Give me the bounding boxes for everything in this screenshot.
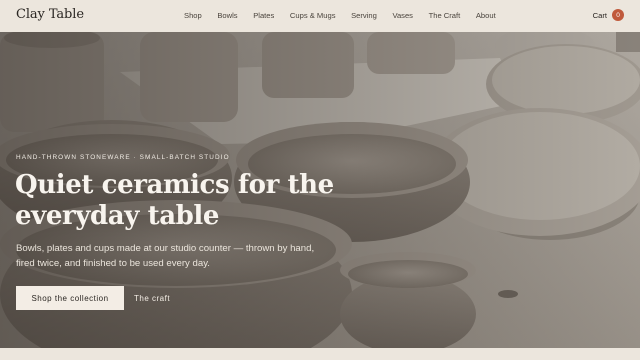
cart-count-badge: 0: [612, 9, 624, 21]
hero-banner: HAND-THROWN STONEWARE · SMALL-BATCH STUD…: [0, 32, 640, 348]
nav-item-cups-mugs[interactable]: Cups & Mugs: [290, 11, 336, 20]
nav-item-plates[interactable]: Plates: [253, 11, 274, 20]
main-nav: Shop Bowls Plates Cups & Mugs Serving Va…: [184, 11, 511, 20]
hero-headline: Quiet ceramics for the everyday table: [15, 170, 334, 231]
site-header: Clay Table Shop Bowls Plates Cups & Mugs…: [0, 0, 640, 32]
nav-item-serving[interactable]: Serving: [351, 11, 377, 20]
nav-item-bowls[interactable]: Bowls: [217, 11, 237, 20]
brand-logo[interactable]: Clay Table: [16, 7, 84, 22]
cart-button[interactable]: Cart 0: [593, 9, 624, 21]
nav-item-vases[interactable]: Vases: [392, 11, 413, 20]
hero-subtext: Bowls, plates and cups made at our studi…: [16, 243, 315, 269]
cart-label: Cart: [592, 10, 607, 20]
nav-item-shop[interactable]: Shop: [184, 11, 202, 20]
shop-collection-button[interactable]: Shop the collection: [16, 286, 124, 310]
nav-item-the-craft[interactable]: The Craft: [429, 11, 461, 20]
page-bottom-strip: [0, 348, 640, 360]
the-craft-link[interactable]: The craft: [134, 286, 170, 310]
hero-eyebrow: HAND-THROWN STONEWARE · SMALL-BATCH STUD…: [16, 154, 230, 161]
nav-item-about[interactable]: About: [476, 11, 496, 20]
